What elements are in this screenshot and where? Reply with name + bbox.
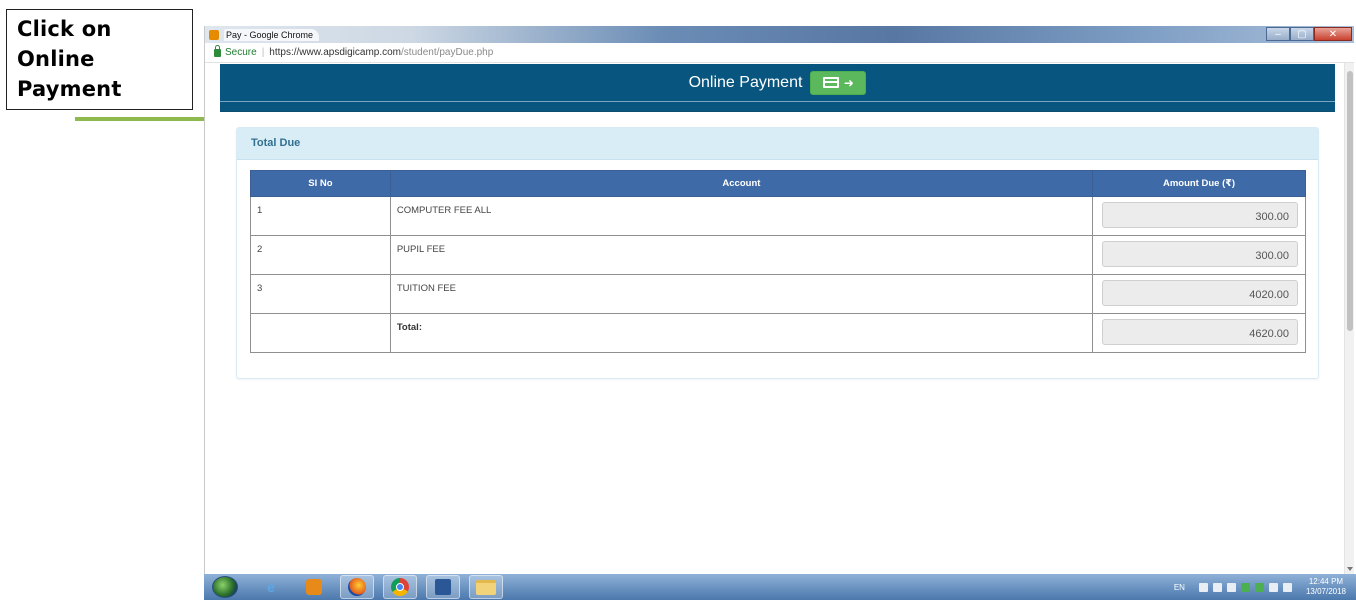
media-player-icon — [306, 579, 322, 595]
security-icon[interactable] — [1254, 582, 1264, 592]
minimize-button[interactable]: – — [1266, 27, 1290, 41]
online-payment-button[interactable]: ➜ — [810, 70, 867, 95]
firefox-icon — [348, 578, 366, 596]
clock-date: 13/07/2018 — [1305, 587, 1346, 596]
cell-sl-no: 3 — [250, 274, 391, 314]
maximize-button[interactable]: ▢ — [1290, 27, 1314, 41]
total-amount-field[interactable]: 4620.00 — [1102, 319, 1298, 345]
folder-icon — [476, 579, 496, 595]
taskbar-firefox[interactable] — [340, 575, 374, 599]
volume-icon[interactable] — [1282, 582, 1292, 592]
total-row: Total: 4620.00 — [250, 313, 1307, 353]
cell-amount: 300.00 — [1091, 235, 1307, 275]
panel-heading: Total Due — [237, 128, 1318, 160]
taskbar-word[interactable] — [426, 575, 460, 599]
tab-title[interactable]: Pay - Google Chrome — [224, 28, 320, 41]
vertical-scrollbar[interactable] — [1344, 63, 1354, 574]
address-bar[interactable]: Secure | https://www.apsdigicamp.com/stu… — [205, 43, 1354, 63]
table-row: 3 TUITION FEE 4020.00 — [250, 274, 1307, 314]
url-host[interactable]: https://www.apsdigicamp.com — [269, 47, 401, 58]
annotation-line: Click on — [17, 17, 112, 41]
taskbar-ie[interactable]: e — [254, 575, 288, 599]
ie-icon: e — [267, 579, 275, 595]
clock[interactable]: 12:44 PM 13/07/2018 — [1306, 577, 1346, 597]
window-controls: – ▢ ✕ — [1266, 27, 1352, 42]
secure-label: Secure — [225, 47, 257, 58]
wifi-icon[interactable] — [1268, 582, 1278, 592]
page-title: Online Payment — [688, 73, 803, 91]
taskbar-chrome[interactable] — [383, 575, 417, 599]
taskbar: e EN 12:44 PM 13/07/2018 — [204, 574, 1356, 600]
column-header-account: Account — [389, 170, 1093, 197]
column-header-sl-no: Sl No — [250, 170, 391, 197]
taskbar-media-player[interactable] — [297, 575, 331, 599]
column-header-amount-due: Amount Due (₹) — [1091, 170, 1307, 197]
amount-field[interactable]: 300.00 — [1102, 202, 1298, 228]
address-separator: | — [261, 47, 265, 58]
system-tray: EN 12:44 PM 13/07/2018 — [1174, 577, 1356, 597]
cell-account: COMPUTER FEE ALL — [389, 196, 1093, 236]
annotation-callout: Click on Online Payment — [6, 9, 193, 110]
annotation-line: Payment — [17, 77, 122, 101]
flag-icon[interactable] — [1212, 582, 1222, 592]
clock-time: 12:44 PM — [1308, 577, 1344, 586]
page-header: Online Payment ➜ — [220, 64, 1335, 112]
card-icon — [822, 77, 839, 88]
annotation-line: Online — [17, 47, 95, 71]
title-bar: Pay - Google Chrome – ▢ ✕ — [205, 26, 1354, 43]
lock-icon — [214, 44, 221, 57]
page-viewport: Online Payment ➜ Total Due Sl No Account… — [205, 63, 1345, 574]
cell-amount: 300.00 — [1091, 196, 1307, 236]
browser-window: Pay - Google Chrome – ▢ ✕ Secure | https… — [204, 26, 1354, 574]
cell-account: TUITION FEE — [389, 274, 1093, 314]
scroll-down-arrow-icon[interactable] — [1347, 567, 1353, 571]
taskbar-explorer[interactable] — [469, 575, 503, 599]
amount-field[interactable]: 300.00 — [1102, 241, 1298, 267]
scrollbar-thumb[interactable] — [1347, 71, 1353, 331]
cell-amount: 4020.00 — [1091, 274, 1307, 314]
word-icon — [435, 579, 451, 595]
amount-field[interactable]: 4020.00 — [1102, 280, 1298, 306]
chrome-icon — [391, 578, 409, 596]
table-header-row: Sl No Account Amount Due (₹) — [250, 170, 1307, 197]
network-icon[interactable] — [1226, 582, 1236, 592]
url-path[interactable]: /student/payDue.php — [401, 47, 493, 58]
table-row: 2 PUPIL FEE 300.00 — [250, 235, 1307, 275]
table-row: 1 COMPUTER FEE ALL 300.00 — [250, 196, 1307, 236]
dues-table: Sl No Account Amount Due (₹) 1 COMPUTER … — [250, 170, 1307, 353]
close-button[interactable]: ✕ — [1314, 27, 1352, 41]
cell-empty — [250, 313, 391, 353]
start-orb-icon[interactable] — [212, 576, 238, 598]
tray-icons — [1198, 582, 1292, 592]
favicon-icon — [209, 29, 219, 40]
arrow-right-icon: ➜ — [843, 75, 854, 90]
tray-expand-icon[interactable] — [1198, 582, 1208, 592]
app-tray-icon[interactable] — [1240, 582, 1250, 592]
cell-account: PUPIL FEE — [389, 235, 1093, 275]
cell-sl-no: 2 — [250, 235, 391, 275]
cell-total-amount: 4620.00 — [1091, 313, 1307, 353]
cell-sl-no: 1 — [250, 196, 391, 236]
total-due-panel: Total Due Sl No Account Amount Due (₹) 1… — [236, 127, 1319, 379]
total-label: Total: — [389, 313, 1093, 353]
language-indicator[interactable]: EN — [1174, 583, 1185, 592]
